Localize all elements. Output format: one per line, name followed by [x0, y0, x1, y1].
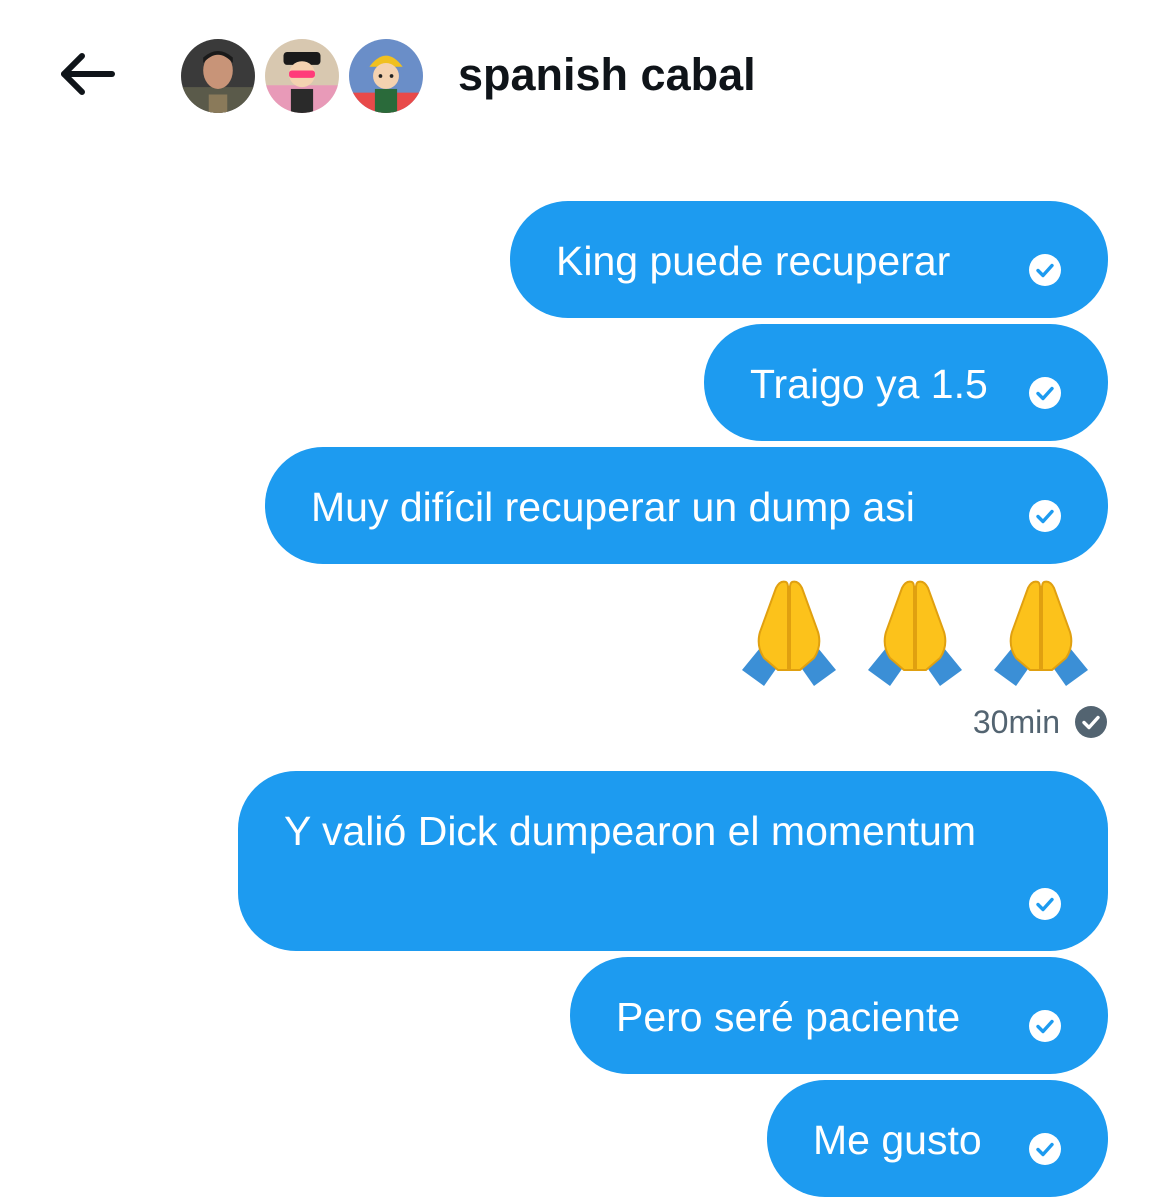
- conversation-title: spanish cabal: [458, 49, 756, 100]
- check-circle-icon: [1028, 887, 1062, 921]
- avatar: [262, 36, 342, 116]
- message-timestamp: 30min: [973, 700, 1108, 744]
- message-bubble[interactable]: Y valió Dick dumpearon el momentum: [238, 771, 1108, 951]
- message-bubble[interactable]: Me gusto: [767, 1080, 1108, 1197]
- message-text: Y valió Dick dumpearon el momentum: [284, 808, 976, 854]
- conversation-header: spanish cabal: [0, 0, 1158, 150]
- check-circle-icon: [1028, 376, 1062, 410]
- message-text: Me gusto: [813, 1117, 982, 1163]
- folded-hands-icon: [734, 574, 844, 694]
- message-bubble[interactable]: Muy difícil recuperar un dump asi: [265, 447, 1108, 564]
- avatar: [178, 36, 258, 116]
- folded-hands-icon: [860, 574, 970, 694]
- message-text: Muy difícil recuperar un dump asi: [311, 484, 915, 530]
- check-circle-icon: [1028, 253, 1062, 287]
- check-circle-icon: [1028, 1009, 1062, 1043]
- check-circle-icon: [1028, 499, 1062, 533]
- message-bubble[interactable]: Pero seré paciente: [570, 957, 1108, 1074]
- back-button[interactable]: [52, 44, 122, 104]
- message-text: Pero seré paciente: [616, 994, 961, 1040]
- check-circle-filled-icon: [1074, 705, 1108, 739]
- timestamp-text: 30min: [972, 703, 1060, 740]
- message-bubble[interactable]: Traigo ya 1.5: [704, 324, 1108, 441]
- group-avatars[interactable]: [178, 36, 426, 116]
- message-bubble[interactable]: King puede recuperar: [510, 201, 1108, 318]
- avatar: [346, 36, 426, 116]
- message-text: King puede recuperar: [556, 238, 951, 284]
- folded-hands-icon: [986, 574, 1096, 694]
- check-circle-icon: [1028, 1132, 1062, 1166]
- arrow-left-icon: [61, 53, 115, 95]
- message-text: Traigo ya 1.5: [750, 361, 988, 407]
- emoji-message[interactable]: [734, 574, 1094, 694]
